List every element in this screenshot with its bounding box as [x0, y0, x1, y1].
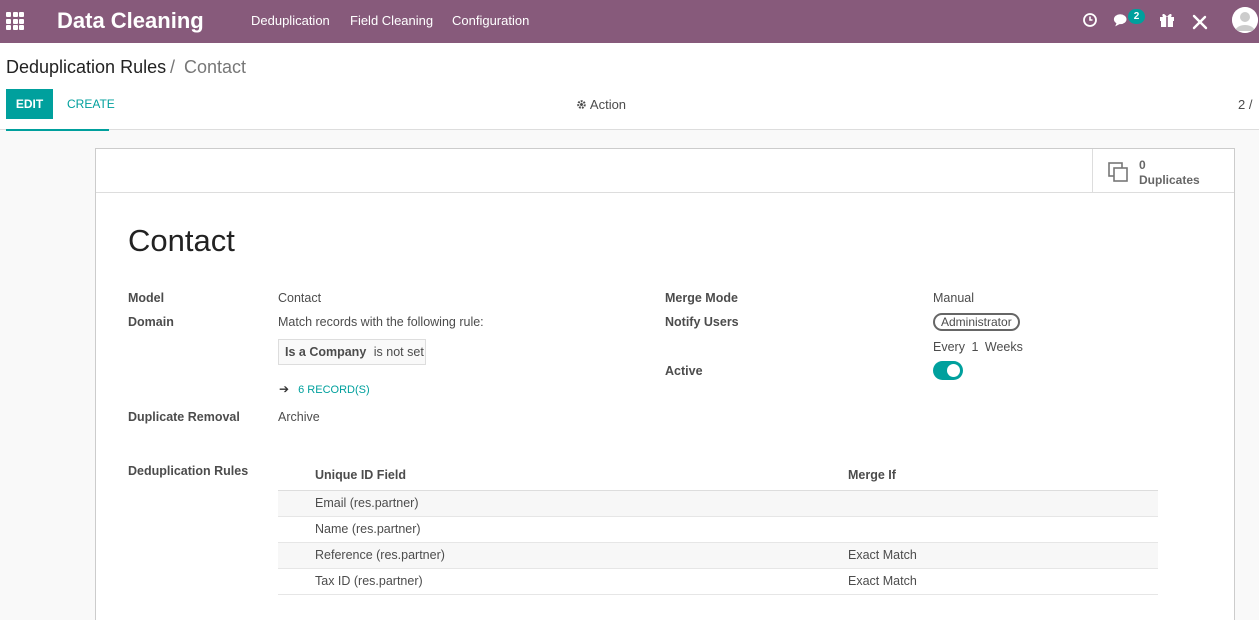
every-count: 1: [971, 340, 979, 354]
edit-button[interactable]: EDIT: [6, 89, 53, 119]
row-field: Tax ID (res.partner): [278, 568, 848, 595]
duplicates-label: Duplicates: [1139, 173, 1200, 187]
top-navbar: Data Cleaning Deduplication Field Cleani…: [0, 0, 1259, 43]
apps-icon[interactable]: [6, 12, 24, 30]
action-label: Action: [589, 97, 627, 112]
breadcrumb-parent[interactable]: Deduplication Rules: [6, 57, 166, 78]
domain-rule: Is a Company is not set: [278, 339, 426, 365]
notify-user-tag: Administrator: [933, 313, 1020, 331]
row-field: Name (res.partner): [278, 516, 848, 543]
clock-icon[interactable]: [1081, 11, 1099, 29]
menu-field-cleaning[interactable]: Field Cleaning: [350, 13, 433, 28]
menu-configuration[interactable]: Configuration: [452, 13, 529, 28]
duplicate-removal-label: Duplicate Removal: [128, 410, 240, 424]
active-toggle[interactable]: [933, 361, 963, 380]
table-header-row: Unique ID Field Merge If: [278, 461, 1158, 491]
button-box: 0 Duplicates: [96, 149, 1234, 193]
row-merge-if: Exact Match: [848, 542, 1158, 569]
domain-label: Domain: [128, 315, 174, 329]
row-merge-if: [848, 490, 1158, 517]
action-menu[interactable]: Action: [576, 97, 626, 112]
menu-deduplication[interactable]: Deduplication: [251, 13, 330, 28]
app-title[interactable]: Data Cleaning: [57, 8, 204, 34]
model-value: Contact: [278, 291, 322, 305]
duplicate-removal-value: Archive: [278, 410, 320, 424]
form-sheet: 0 Duplicates Contact Model Contact Domai…: [95, 148, 1235, 620]
domain-text: Match records with the following rule:: [278, 315, 484, 329]
create-button[interactable]: CREATE: [58, 89, 124, 119]
domain-rule-field: Is a Company: [285, 345, 367, 359]
row-merge-if: [848, 516, 1158, 543]
table-row[interactable]: Tax ID (res.partner) Exact Match: [278, 568, 1158, 595]
domain-rule-condition: is not set: [373, 345, 424, 359]
every-unit: Weeks: [984, 340, 1023, 354]
row-field: Email (res.partner): [278, 490, 848, 517]
duplicates-count: 0: [1139, 158, 1146, 172]
table-row[interactable]: Name (res.partner): [278, 516, 1158, 543]
breadcrumb-separator: /: [170, 57, 176, 77]
breadcrumb-current: Contact: [184, 57, 247, 77]
table-row[interactable]: Email (res.partner): [278, 490, 1158, 517]
notify-users-label: Notify Users: [665, 315, 739, 329]
pager[interactable]: 2 /: [1238, 97, 1252, 112]
gear-icon: [577, 100, 586, 109]
copy-icon: [1108, 162, 1128, 182]
row-field: Reference (res.partner): [278, 542, 848, 569]
records-link[interactable]: ➔ 6 RECORD(S): [279, 382, 370, 396]
duplicates-button[interactable]: 0 Duplicates: [1092, 149, 1234, 192]
every-text: Every: [933, 340, 965, 354]
toggle-knob: [947, 364, 960, 377]
model-label: Model: [128, 291, 165, 305]
rules-table: Unique ID Field Merge If Email (res.part…: [278, 461, 1158, 595]
avatar[interactable]: [1232, 7, 1258, 33]
control-panel: Deduplication Rules / Contact EDIT CREAT…: [0, 43, 1259, 131]
merge-mode-label: Merge Mode: [665, 291, 738, 305]
arrow-right-icon: ➔: [279, 382, 290, 396]
notify-frequency: Every 1 Weeks: [933, 340, 1023, 354]
header-merge-if[interactable]: Merge If: [848, 461, 1158, 491]
header-unique-id-field[interactable]: Unique ID Field: [278, 461, 848, 491]
merge-mode-value: Manual: [933, 291, 974, 305]
row-merge-if: Exact Match: [848, 568, 1158, 595]
records-link-label: 6 RECORD(S): [298, 384, 370, 396]
tools-icon[interactable]: [1191, 13, 1209, 31]
deduplication-rules-label: Deduplication Rules: [128, 464, 249, 478]
messages-badge: 2: [1128, 9, 1145, 24]
table-row[interactable]: Reference (res.partner) Exact Match: [278, 542, 1158, 569]
active-label: Active: [665, 364, 703, 378]
gift-icon[interactable]: [1158, 11, 1176, 29]
active-underline: [6, 129, 109, 131]
record-title: Contact: [128, 223, 235, 258]
